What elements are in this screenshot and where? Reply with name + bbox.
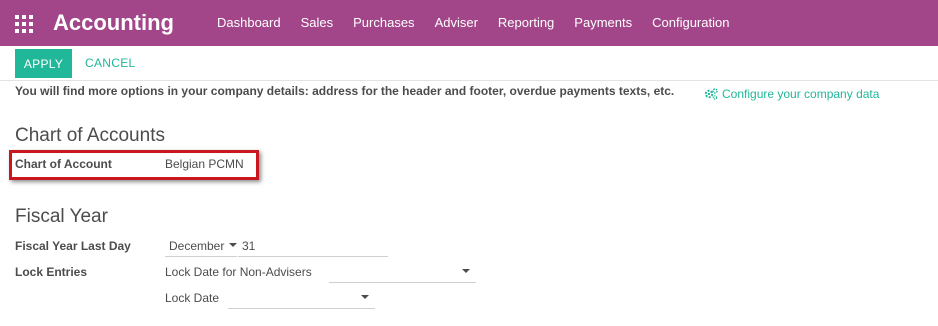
menu-item-reporting[interactable]: Reporting [488,0,564,46]
lock-date-non-advisers-label: Lock Date for Non-Advisers [165,265,312,279]
configure-company-link[interactable]: Configure your company data [704,87,879,101]
main-menu: Dashboard Sales Purchases Adviser Report… [207,0,739,46]
chart-of-account-value: Belgian PCMN [165,157,244,171]
fiscal-year-day-input[interactable]: 31 [238,236,388,257]
company-details-info: You will find more options in your compa… [15,84,675,98]
apps-grid-icon[interactable] [15,15,33,33]
lock-date-label: Lock Date [165,291,220,305]
app-title: Accounting [53,10,174,35]
chevron-down-icon [229,243,237,247]
lock-date-input[interactable] [228,288,375,309]
menu-item-configuration[interactable]: Configuration [642,0,739,46]
gears-icon [704,88,718,100]
apply-button[interactable]: APPLY [15,49,72,78]
chart-of-account-label: Chart of Account [15,157,112,171]
menu-item-sales[interactable]: Sales [291,0,344,46]
menu-item-adviser[interactable]: Adviser [425,0,488,46]
chevron-down-icon [462,269,470,273]
chevron-down-icon [361,295,369,299]
menu-item-purchases[interactable]: Purchases [343,0,424,46]
menu-item-payments[interactable]: Payments [564,0,642,46]
lock-entries-label: Lock Entries [15,265,88,279]
menu-item-dashboard[interactable]: Dashboard [207,0,291,46]
cancel-button[interactable]: CANCEL [85,49,135,78]
fiscal-year-last-day-label: Fiscal Year Last Day [15,239,131,253]
action-bar: APPLY CANCEL [0,46,938,81]
top-navbar: Accounting Dashboard Sales Purchases Adv… [0,0,938,47]
fiscal-year-title: Fiscal Year [15,206,108,227]
fiscal-year-day-value: 31 [242,239,256,253]
configure-company-link-label: Configure your company data [722,87,880,101]
chart-of-accounts-title: Chart of Accounts [15,125,165,146]
fiscal-year-month-value: December [169,239,225,253]
fiscal-year-month-select[interactable]: December [165,236,237,257]
lock-date-non-advisers-input[interactable] [329,262,476,283]
